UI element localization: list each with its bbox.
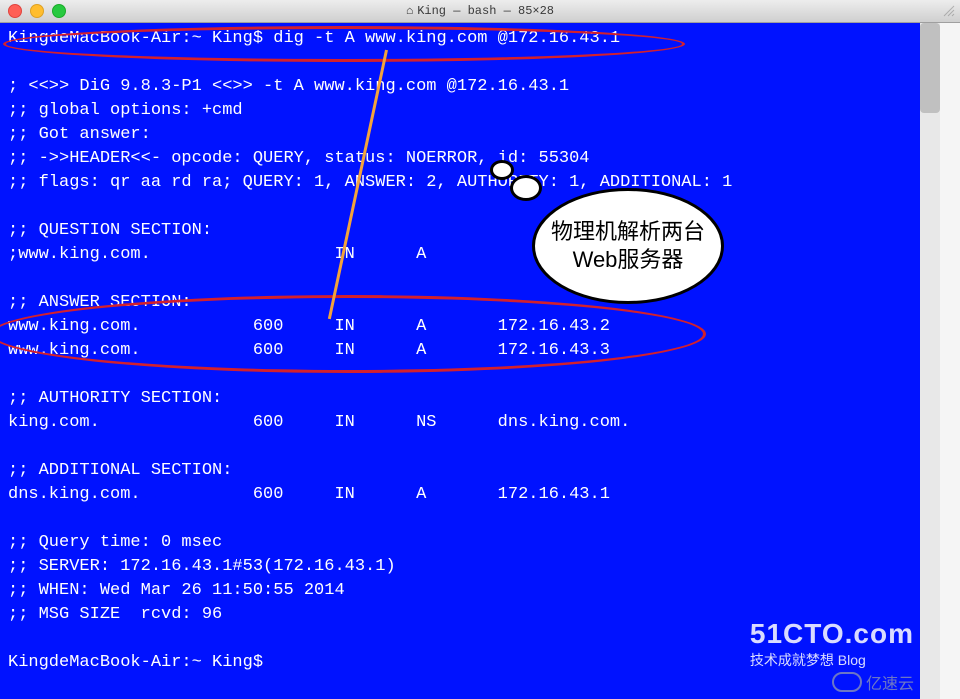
bubble-tail-icon [490,160,514,180]
line: ;; MSG SIZE rcvd: 96 [8,605,222,624]
line: ;www.king.com. IN A [8,245,426,264]
line: KingdeMacBook-Air:~ King$ dig -t A www.k… [8,29,620,48]
line: king.com. 600 IN NS dns.king.com. [8,413,630,432]
terminal[interactable]: KingdeMacBook-Air:~ King$ dig -t A www.k… [0,23,940,699]
line: www.king.com. 600 IN A 172.16.43.2 [8,317,610,336]
zoom-icon[interactable] [52,4,66,18]
window-titlebar: ⌂ King — bash — 85×28 [0,0,960,23]
line: KingdeMacBook-Air:~ King$ [8,653,273,672]
line: ;; ANSWER SECTION: [8,293,192,312]
resize-icon[interactable] [942,4,956,18]
line: ;; AUTHORITY SECTION: [8,389,222,408]
line: dns.king.com. 600 IN A 172.16.43.1 [8,485,610,504]
line: ;; ADDITIONAL SECTION: [8,461,232,480]
close-icon[interactable] [8,4,22,18]
watermark-yisu-text: 亿速云 [866,670,914,694]
annotation-bubble: 物理机解析两台Web服务器 [532,188,724,304]
watermark-51cto: 51CTO.com 技术成就梦想 Blog [750,618,914,670]
window-title: ⌂ King — bash — 85×28 [0,4,960,18]
watermark-big: 51CTO.com [750,618,914,650]
bubble-tail-icon [510,175,542,201]
scrollbar[interactable] [920,23,940,699]
bubble-text: 物理机解析两台Web服务器 [535,218,721,274]
line: ;; Query time: 0 msec [8,533,222,552]
line: www.king.com. 600 IN A 172.16.43.3 [8,341,610,360]
scrollbar-thumb[interactable] [920,23,940,113]
line: ;; Got answer: [8,125,151,144]
line: ;; global options: +cmd [8,101,243,120]
minimize-icon[interactable] [30,4,44,18]
title-text: King — bash — 85×28 [417,4,554,18]
line: ;; WHEN: Wed Mar 26 11:50:55 2014 [8,581,345,600]
home-icon: ⌂ [406,4,413,18]
watermark-small: 技术成就梦想 Blog [750,650,914,670]
line: ; <<>> DiG 9.8.3-P1 <<>> -t A www.king.c… [8,77,569,96]
terminal-output: KingdeMacBook-Air:~ King$ dig -t A www.k… [0,23,940,675]
traffic-lights [8,4,66,18]
line: ;; SERVER: 172.16.43.1#53(172.16.43.1) [8,557,396,576]
line: ;; QUESTION SECTION: [8,221,212,240]
watermark-yisu: 亿速云 [832,670,914,694]
cloud-icon [832,672,862,692]
